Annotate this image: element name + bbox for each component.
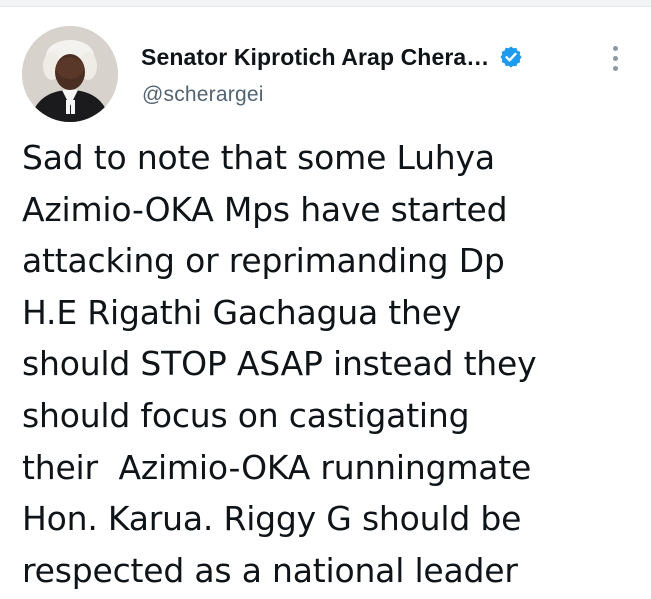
tweet-text-line: should STOP ASAP instead they [22,344,537,384]
tweet-text-line: attacking or reprimanding Dp [22,241,505,281]
tweet-text-line: Hon. Karua. Riggy G should be [22,499,522,539]
tweet-text-line: Sad to note that some Luhya [22,138,495,177]
tweet-text-line: their Azimio-OKA runningmate [22,447,532,487]
tweet-text-line: Azimio-OKA Mps have started [22,189,508,229]
author-name-row[interactable]: Senator Kiprotich Arap Chera… [141,42,523,72]
author-display-name[interactable]: Senator Kiprotich Arap Chera… [141,44,489,71]
tweet-text: Sad to note that some Luhya Azimio-OKA Mp… [22,132,637,596]
avatar-photo [22,26,118,122]
more-dot [612,55,618,61]
tweet-text-line: should focus on castigating [22,395,470,435]
more-dot [612,45,618,51]
more-options-icon[interactable] [603,42,627,74]
more-dot [612,65,618,71]
author-handle[interactable]: @scherargei [142,83,264,107]
tweet-text-line: respected as a national leader [22,550,518,590]
tweet-text-line: H.E Rigathi Gachagua they [22,292,462,332]
avatar[interactable] [22,26,118,122]
top-divider [0,0,651,7]
verified-badge-icon [499,45,523,69]
